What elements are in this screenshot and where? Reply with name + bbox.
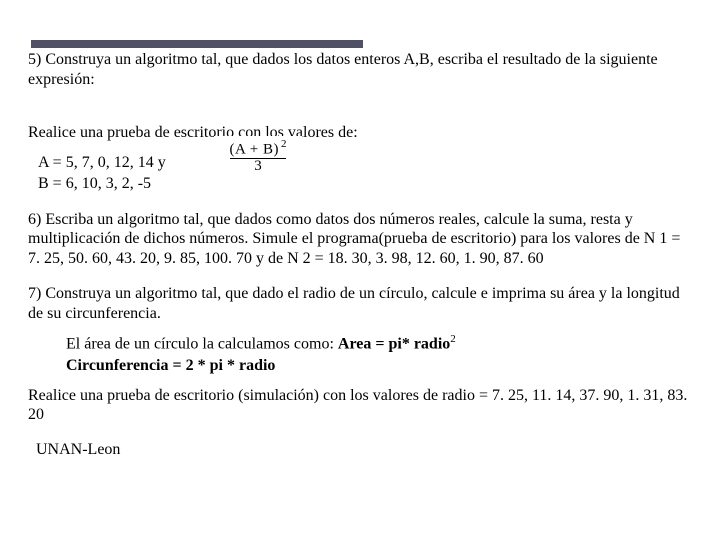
formula-numerator: (A + B)2: [220, 138, 296, 158]
question-7: 7) Construya un algoritmo tal, que dado …: [28, 284, 692, 424]
q5-b-values: B = 6, 10, 3, 2, -5: [28, 174, 692, 194]
q5-test-line: Realice una prueba de escritorio con los…: [28, 123, 692, 143]
footer-text: UNAN-Leon: [28, 441, 692, 459]
q7-test: Realice una prueba de escritorio (simula…: [28, 386, 692, 425]
q7-circ-formula: Circunferencia = 2 * pi * radio: [66, 357, 275, 374]
q7-area-formula: Area = pi* radio: [338, 335, 450, 352]
q7-area-line: El área de un círculo la calculamos como…: [28, 333, 692, 354]
q5-prompt: 5) Construya un algoritmo tal, que dados…: [28, 50, 692, 89]
formula-num-text: (A + B): [230, 141, 279, 157]
slide-content: 5) Construya un algoritmo tal, que dados…: [0, 0, 720, 459]
q7-circ-line: Circunferencia = 2 * pi * radio: [28, 356, 692, 376]
q6-text: 6) Escriba un algoritmo tal, que dados c…: [28, 210, 692, 269]
header-rule: [31, 40, 363, 48]
q7-area-sup: 2: [450, 333, 456, 345]
formula-superscript: 2: [279, 138, 287, 150]
q5-a-values: A = 5, 7, 0, 12, 14 y: [28, 153, 692, 173]
q7-prompt: 7) Construya un algoritmo tal, que dado …: [28, 284, 692, 323]
formula-denominator: 3: [220, 159, 296, 174]
q7-area-pre: El área de un círculo la calculamos como…: [66, 335, 338, 352]
q5-formula: (A + B)2 3: [214, 136, 302, 176]
question-5: 5) Construya un algoritmo tal, que dados…: [28, 50, 692, 194]
question-6: 6) Escriba un algoritmo tal, que dados c…: [28, 210, 692, 269]
